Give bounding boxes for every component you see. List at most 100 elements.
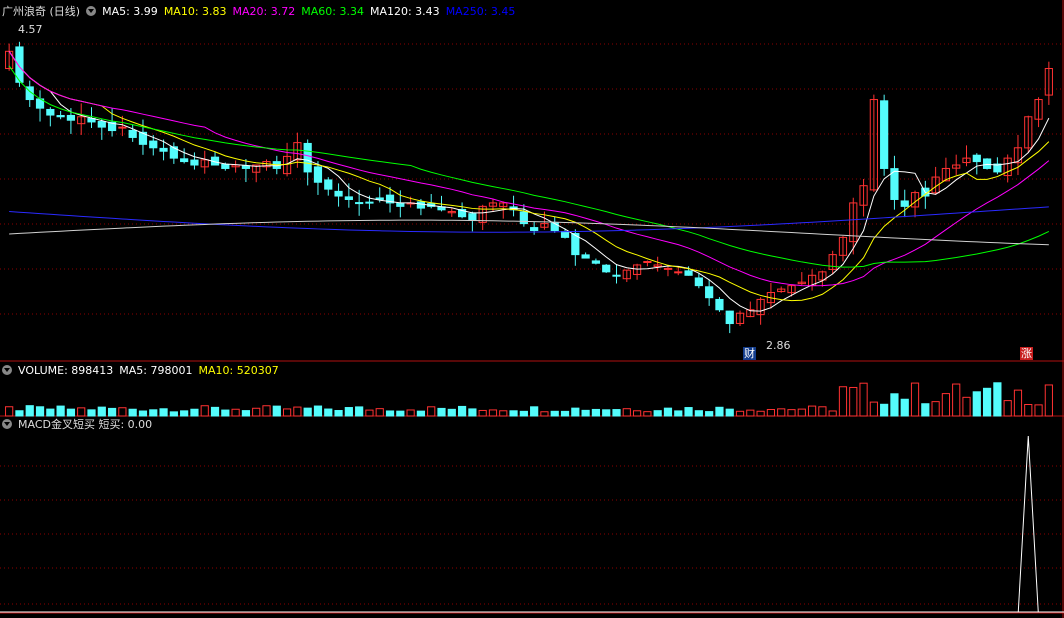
- volume-bar: [581, 409, 590, 417]
- candle-body: [303, 142, 312, 173]
- volume-bar: [5, 406, 14, 417]
- candle-body: [159, 147, 168, 152]
- candle-body: [900, 200, 909, 207]
- volume-bar: [952, 383, 961, 417]
- candle-body: [66, 114, 76, 121]
- stock-title: 广州浪奇 (日线): [2, 5, 81, 18]
- volume-bar: [602, 409, 611, 417]
- macd-legend-label: MACD金叉短买 短买: 0.00: [18, 418, 153, 431]
- volume-bar: [190, 408, 199, 417]
- candle-body: [468, 213, 477, 221]
- candle-body: [355, 202, 364, 205]
- volume-bar: [910, 382, 920, 417]
- volume-bar: [807, 405, 817, 417]
- volume-bar: [766, 409, 776, 417]
- volume-bar: [437, 407, 446, 417]
- volume-bar: [787, 409, 796, 417]
- volume-bar: [180, 410, 189, 417]
- dropdown-icon[interactable]: [86, 6, 97, 16]
- dropdown-icon[interactable]: [2, 419, 12, 429]
- volume-bar: [427, 406, 436, 417]
- volume-bar: [735, 410, 745, 417]
- volume-bar: [921, 403, 930, 417]
- volume-bar: [334, 410, 343, 417]
- candle-body: [313, 166, 323, 183]
- volume-bar: [746, 409, 755, 417]
- volume-bar: [550, 410, 559, 417]
- volume-bar: [313, 405, 323, 417]
- candle-body: [560, 230, 570, 238]
- volume-bar: [797, 408, 806, 417]
- candle-body: [982, 158, 992, 169]
- volume-bar: [941, 393, 951, 417]
- volume-bar: [612, 409, 621, 417]
- volume-bar: [241, 410, 251, 417]
- volume-legend-item: MA10: 520307: [198, 364, 279, 377]
- volume-bar: [447, 408, 456, 417]
- volume-bar: [396, 410, 405, 417]
- limit-up-badge[interactable]: 涨: [1020, 347, 1033, 360]
- volume-bar: [838, 386, 848, 417]
- candle-body: [725, 310, 734, 325]
- volume-bar: [128, 408, 137, 417]
- candle-body: [416, 201, 426, 209]
- volume-bar: [56, 405, 65, 417]
- volume-bar: [169, 411, 178, 417]
- candle-body: [221, 163, 230, 169]
- volume-bar: [1044, 384, 1053, 417]
- candle-body: [180, 158, 189, 163]
- volume-bar: [159, 408, 168, 417]
- volume-legend-item: MA5: 798001: [119, 364, 193, 377]
- candle-body: [97, 121, 106, 128]
- volume-bar: [385, 410, 395, 417]
- volume-bar: [252, 407, 261, 417]
- main-legend: 广州浪奇 (日线) MA5: 3.99 MA10: 3.83 MA20: 3.72 MA…: [2, 5, 527, 19]
- volume-bar: [303, 407, 312, 417]
- candle-body: [715, 298, 724, 311]
- volume-bar: [880, 403, 889, 417]
- volume-bar: [282, 408, 292, 417]
- volume-bar: [540, 411, 549, 417]
- candle-body: [324, 179, 333, 190]
- volume-bar: [221, 409, 230, 417]
- volume-bar: [87, 409, 96, 417]
- financial-report-badge[interactable]: 财: [743, 347, 756, 360]
- volume-legend: VOLUME: 898413 MA5: 798001 MA10: 520307: [2, 364, 291, 378]
- volume-bar: [530, 406, 539, 417]
- volume-bar: [972, 391, 981, 417]
- dropdown-icon[interactable]: [2, 365, 12, 375]
- volume-bar: [962, 396, 971, 417]
- volume-bar: [982, 387, 992, 417]
- ma-legend-item: MA10: 3.83: [163, 5, 227, 18]
- low-price-label: 2.86: [766, 339, 791, 352]
- volume-bar: [571, 407, 580, 417]
- volume-bar: [35, 406, 45, 417]
- volume-bar: [890, 393, 899, 417]
- volume-bar: [859, 382, 868, 417]
- volume-bar: [509, 410, 518, 417]
- candle-body: [530, 227, 539, 231]
- volume-bar: [828, 410, 837, 417]
- volume-bar: [622, 408, 631, 417]
- candle-body: [694, 277, 703, 287]
- volume-bar: [416, 410, 426, 417]
- volume-bar: [457, 405, 467, 417]
- volume-bar: [663, 407, 673, 417]
- candle-body: [643, 261, 652, 264]
- volume-bar: [519, 410, 528, 417]
- volume-bar: [674, 410, 683, 417]
- candle-body: [591, 260, 601, 264]
- volume-bar: [1013, 389, 1023, 417]
- candle-body: [46, 108, 55, 116]
- candle-body: [684, 270, 693, 276]
- volume-bar: [1024, 403, 1033, 417]
- volume-bar: [262, 405, 271, 417]
- volume-bar: [77, 407, 86, 417]
- volume-bar: [591, 408, 601, 417]
- ma-legend-item: MA5: 3.99: [102, 5, 158, 18]
- candle-body: [190, 159, 199, 166]
- volume-bar: [365, 409, 374, 417]
- volume-bar: [210, 406, 220, 417]
- ma-legend-item: MA20: 3.72: [232, 5, 296, 18]
- volume-bar: [355, 406, 364, 417]
